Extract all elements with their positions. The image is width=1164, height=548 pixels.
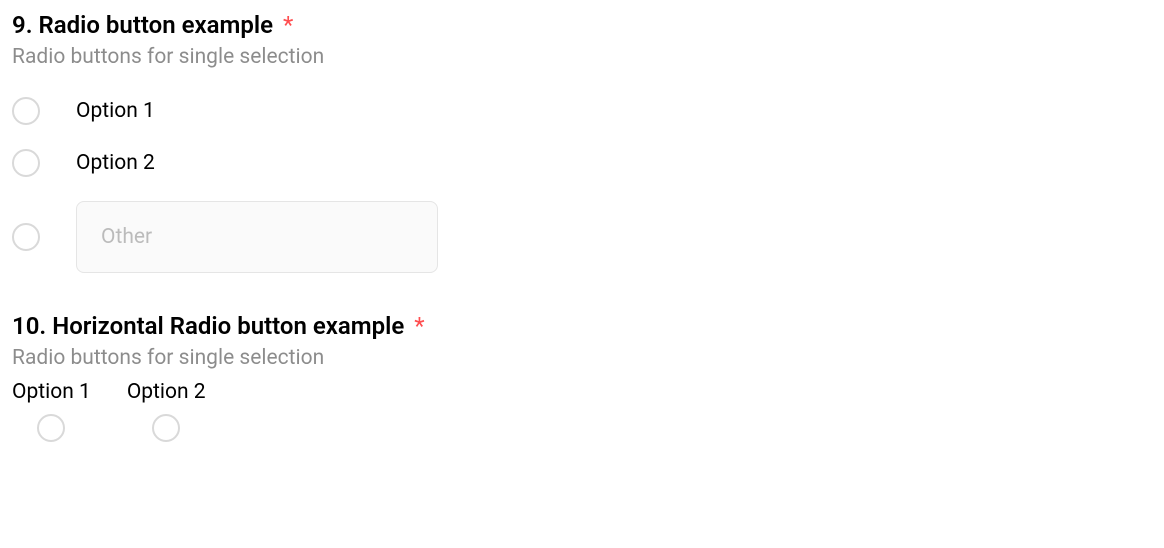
question-10-options: Option 1 Option 2 — [12, 380, 1152, 442]
radio-icon[interactable] — [37, 414, 65, 442]
radio-wrap — [127, 414, 206, 442]
radio-icon[interactable] — [12, 223, 40, 251]
horizontal-option-1[interactable]: Option 1 — [12, 380, 91, 442]
radio-icon[interactable] — [12, 97, 40, 125]
question-10-description: Radio buttons for single selection — [12, 346, 1152, 370]
option-2-label: Option 2 — [127, 380, 206, 404]
required-asterisk: * — [283, 11, 293, 39]
question-title-text: Horizontal Radio button example — [52, 312, 404, 340]
radio-icon[interactable] — [12, 149, 40, 177]
question-number: 10. — [12, 312, 46, 340]
question-title-text: Radio button example — [39, 11, 274, 39]
option-2-row[interactable]: Option 2 — [12, 149, 1152, 177]
required-asterisk: * — [414, 312, 424, 340]
option-other-row[interactable]: Other — [12, 201, 1152, 273]
radio-wrap — [12, 414, 91, 442]
option-1-label: Option 1 — [76, 99, 155, 123]
question-9: 9. Radio button example * Radio buttons … — [12, 10, 1152, 273]
question-9-title: 9. Radio button example * — [12, 10, 1152, 41]
question-10-title: 10. Horizontal Radio button example * — [12, 311, 1152, 342]
other-placeholder: Other — [101, 225, 152, 249]
question-9-options: Option 1 Option 2 Other — [12, 97, 1152, 273]
horizontal-option-2[interactable]: Option 2 — [127, 380, 206, 442]
other-input[interactable]: Other — [76, 201, 438, 273]
question-10: 10. Horizontal Radio button example * Ra… — [12, 311, 1152, 442]
radio-icon[interactable] — [152, 414, 180, 442]
option-2-label: Option 2 — [76, 151, 155, 175]
option-1-row[interactable]: Option 1 — [12, 97, 1152, 125]
question-9-description: Radio buttons for single selection — [12, 45, 1152, 69]
option-1-label: Option 1 — [12, 380, 91, 404]
question-number: 9. — [12, 11, 33, 39]
